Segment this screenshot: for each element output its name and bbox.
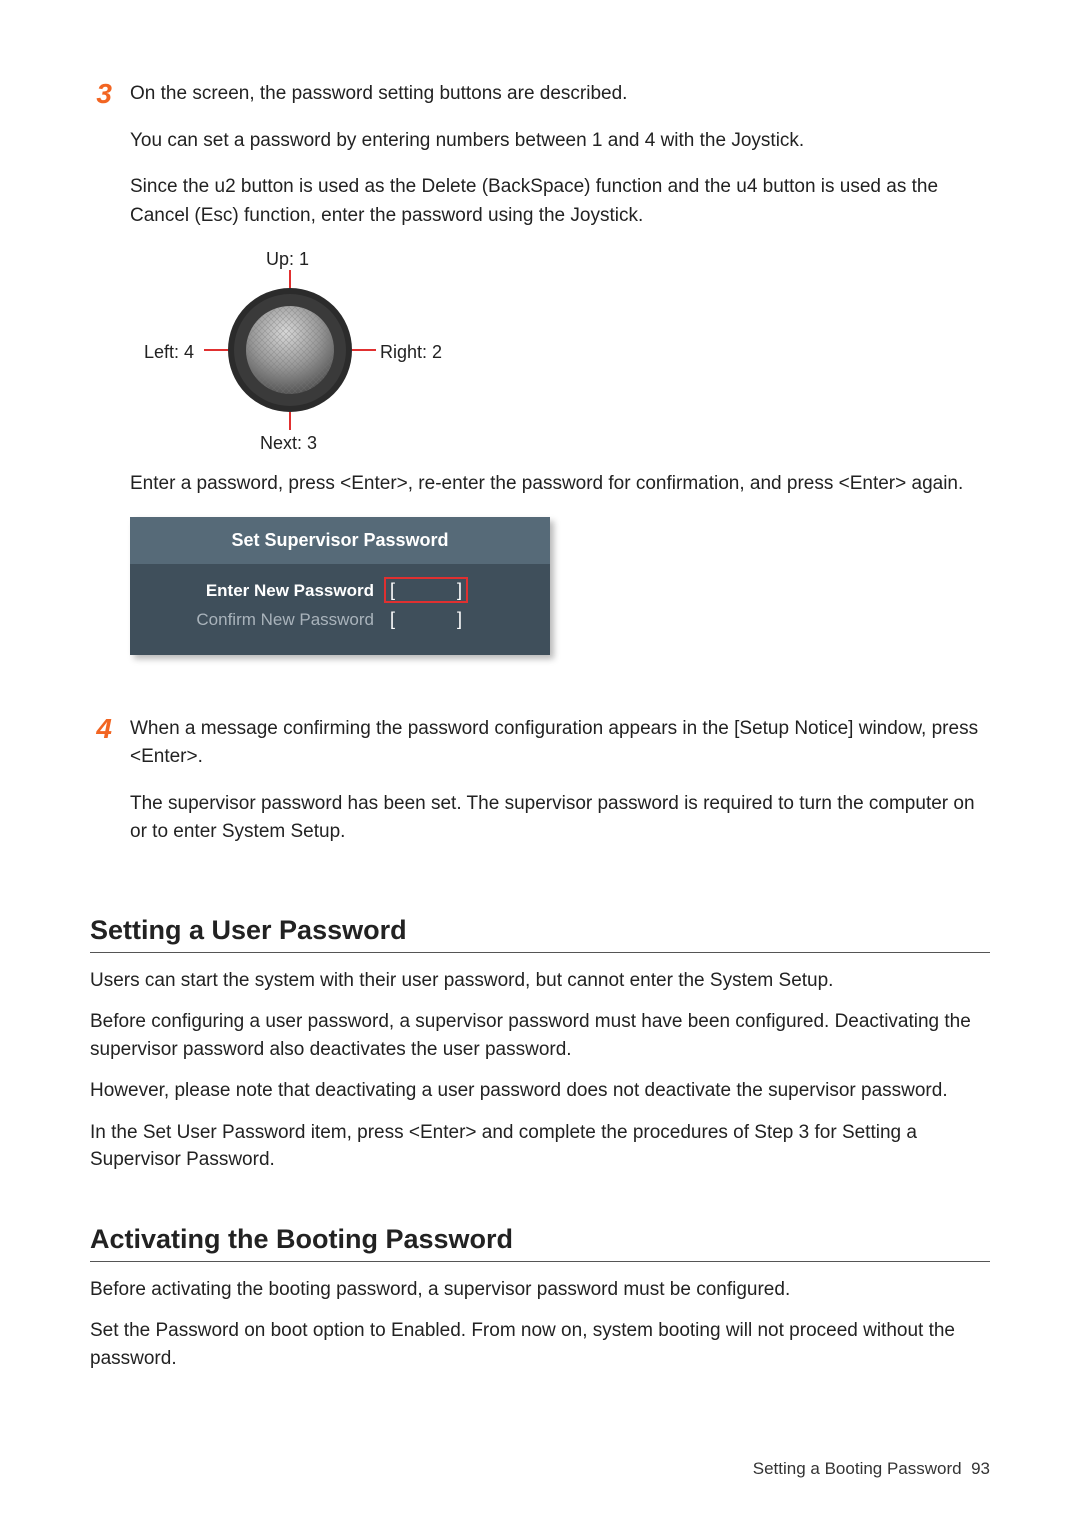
step-number-3: 3 xyxy=(90,80,112,108)
joystick-down-label: Next: 3 xyxy=(260,430,317,457)
step-4: 4 When a message confirming the password… xyxy=(90,715,990,865)
step3-para4: Enter a password, press <Enter>, re-ente… xyxy=(130,470,990,499)
footer-label: Setting a Booting Password xyxy=(753,1459,962,1478)
bios-row-confirm-new: Confirm New Password [ ] xyxy=(144,607,536,633)
bios-row-enter-new: Enter New Password [ ] xyxy=(144,578,536,604)
bios-dialog-body: Enter New Password [ ] Confirm New Passw… xyxy=(130,564,550,655)
joystick-right-label: Right: 2 xyxy=(380,339,442,366)
joystick-figure: Up: 1 Right: 2 Next: 3 Left: 4 xyxy=(130,250,450,450)
step-3: 3 On the screen, the password setting bu… xyxy=(90,80,990,685)
step3-para2: You can set a password by entering numbe… xyxy=(130,127,990,156)
userpw-p2: Before configuring a user password, a su… xyxy=(90,1008,990,1063)
userpw-p4: In the Set User Password item, press <En… xyxy=(90,1119,990,1174)
step4-para1: When a message confirming the password c… xyxy=(130,715,990,772)
step3-para1: On the screen, the password setting butt… xyxy=(130,80,990,109)
joystick-left-label: Left: 4 xyxy=(144,339,194,366)
bootpw-p1: Before activating the booting password, … xyxy=(90,1276,990,1304)
userpw-p1: Users can start the system with their us… xyxy=(90,967,990,995)
bios-enter-new-field[interactable]: [ ] xyxy=(386,579,466,601)
bootpw-p2: Set the Password on boot option to Enabl… xyxy=(90,1317,990,1372)
bios-confirm-new-field[interactable]: [ ] xyxy=(386,609,466,631)
userpw-p3: However, please note that deactivating a… xyxy=(90,1077,990,1105)
step3-para3: Since the u2 button is used as the Delet… xyxy=(130,173,990,230)
bios-password-dialog: Set Supervisor Password Enter New Passwo… xyxy=(130,517,550,655)
section-boot-password: Before activating the booting password, … xyxy=(90,1276,990,1373)
joystick-up-label: Up: 1 xyxy=(266,246,309,273)
footer-page-number: 93 xyxy=(971,1459,990,1478)
step-4-content: When a message confirming the password c… xyxy=(130,715,990,865)
bios-dialog-title: Set Supervisor Password xyxy=(130,517,550,564)
heading-user-password: Setting a User Password xyxy=(90,915,990,953)
step-3-content: On the screen, the password setting butt… xyxy=(130,80,990,685)
bios-enter-new-label: Enter New Password xyxy=(144,578,374,604)
section-user-password: Users can start the system with their us… xyxy=(90,967,990,1174)
heading-boot-password: Activating the Booting Password xyxy=(90,1224,990,1262)
bios-confirm-new-label: Confirm New Password xyxy=(144,607,374,633)
page-footer: Setting a Booting Password 93 xyxy=(753,1459,990,1479)
step4-para2: The supervisor password has been set. Th… xyxy=(130,790,990,847)
step-number-4: 4 xyxy=(90,715,112,743)
